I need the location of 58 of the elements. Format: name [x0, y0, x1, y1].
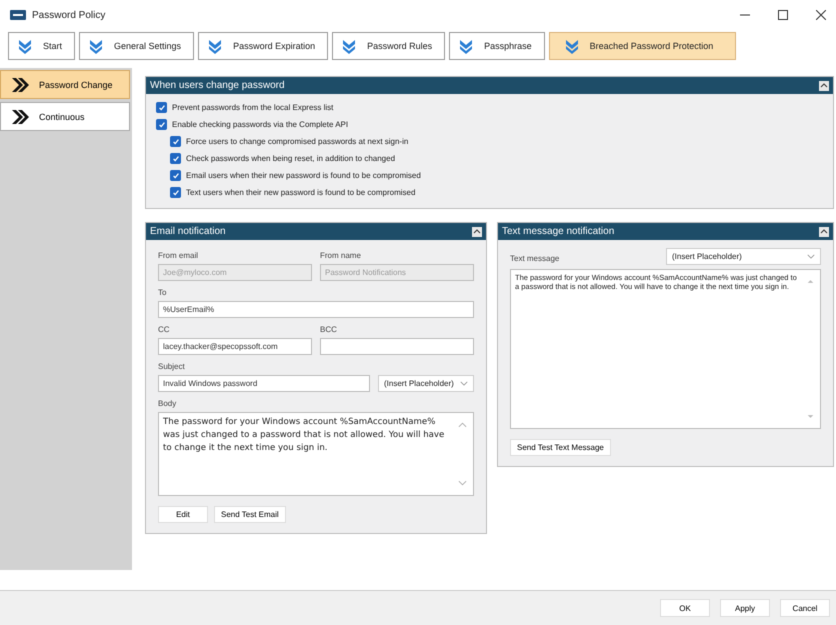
- close-icon[interactable]: [816, 10, 826, 20]
- checkbox-label: Prevent passwords from the local Express list: [172, 103, 334, 112]
- double-chevron-icon: [11, 108, 29, 124]
- dialog-button[interactable]: OK: [660, 599, 710, 617]
- input-field[interactable]: [320, 338, 474, 355]
- chevron-down-icon: [564, 38, 580, 54]
- chevron-down-icon: [207, 38, 224, 54]
- collapse-icon[interactable]: [472, 226, 482, 236]
- tab[interactable]: General Settings: [79, 32, 194, 60]
- tab[interactable]: Passphrase: [449, 32, 545, 60]
- checkbox[interactable]: [170, 170, 181, 181]
- field-label: Text message: [510, 254, 560, 262]
- double-chevron-icon: [11, 76, 29, 92]
- field-label: From name: [320, 251, 362, 260]
- dialog-button[interactable]: Apply: [720, 599, 770, 617]
- dialog-button[interactable]: Cancel: [780, 599, 830, 617]
- checkbox[interactable]: [170, 187, 181, 198]
- field-label: BCC: [320, 325, 338, 334]
- email-button[interactable]: Send Test Email: [214, 506, 286, 523]
- panel-title: When users change password: [150, 80, 285, 91]
- tab[interactable]: Breached Password Protection: [548, 32, 736, 60]
- app-icon: [10, 10, 26, 20]
- tab[interactable]: Password Rules: [332, 32, 446, 60]
- tab[interactable]: Start: [8, 32, 76, 60]
- chevron-down-icon: [458, 38, 474, 54]
- input-field[interactable]: %UserEmail%: [158, 301, 474, 318]
- email-button[interactable]: Edit: [158, 506, 208, 523]
- window-title: Password Policy: [32, 10, 106, 20]
- input-field[interactable]: lacey.thacker@specopssoft.com: [158, 338, 312, 355]
- checkbox-label: Text users when their new password is found to be compromised: [186, 188, 416, 197]
- send-test-button[interactable]: Send Test Text Message: [510, 439, 611, 456]
- checkbox[interactable]: [156, 119, 167, 130]
- placeholder-dropdown[interactable]: (Insert Placeholder): [378, 375, 474, 392]
- sidebar-item[interactable]: Password Change: [0, 70, 130, 99]
- placeholder-dropdown[interactable]: (Insert Placeholder): [666, 248, 821, 265]
- panel-title: Email notification: [150, 226, 226, 237]
- tab[interactable]: Password Expiration: [198, 32, 328, 60]
- checkbox-label: Check passwords when being reset, in addition to changed: [186, 154, 396, 163]
- field-label: Body: [158, 399, 178, 408]
- collapse-icon[interactable]: [819, 226, 829, 236]
- field-label: To: [158, 288, 168, 297]
- checkbox[interactable]: [170, 153, 181, 164]
- checkbox-label: Enable checking passwords via the Complete API: [172, 120, 348, 129]
- panel-title: Text message notification: [502, 226, 614, 237]
- chevron-down-icon: [88, 38, 104, 54]
- collapse-icon[interactable]: [819, 80, 829, 90]
- checkbox-label: Email users when their new password is found to be compromised: [186, 171, 421, 180]
- checkbox-label: Force users to change compromised passwords at next sign-in: [186, 137, 408, 146]
- sidebar-item[interactable]: Continuous: [0, 102, 130, 131]
- field-label: From email: [158, 251, 200, 260]
- maximize-icon[interactable]: [778, 10, 788, 20]
- checkbox[interactable]: [156, 102, 167, 113]
- chevron-down-icon: [17, 38, 33, 54]
- field-label: Subject: [158, 362, 186, 371]
- checkbox[interactable]: [170, 136, 181, 147]
- input-field[interactable]: Invalid Windows password: [158, 375, 370, 392]
- field-label: CC: [158, 325, 171, 334]
- chevron-down-icon: [341, 38, 358, 54]
